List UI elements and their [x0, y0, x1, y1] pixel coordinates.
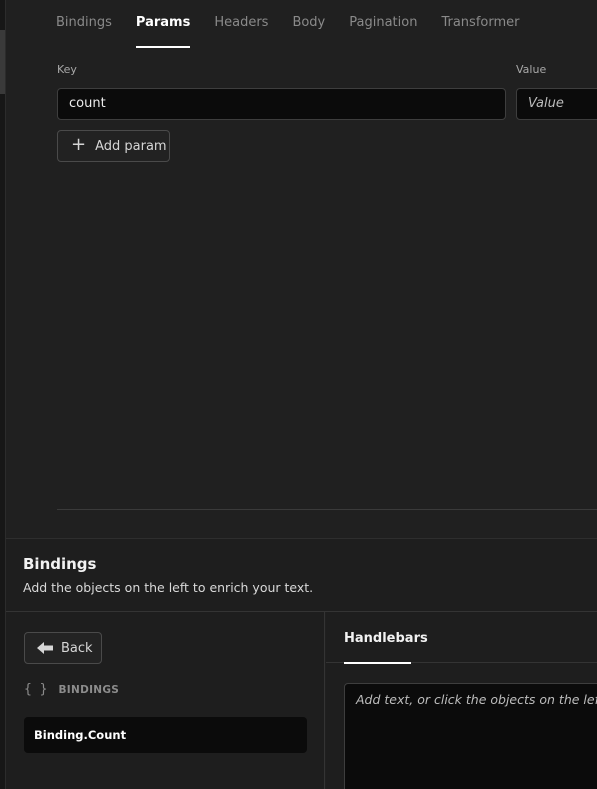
- braces-icon: { }: [24, 682, 48, 697]
- handlebars-panel: Handlebars Add text, or click the object…: [326, 612, 597, 789]
- bindings-editor-window: Bindings Params Headers Body Pagination …: [0, 0, 597, 789]
- bindings-title: Bindings: [23, 555, 97, 573]
- bindings-header: Bindings Add the objects on the left to …: [6, 538, 597, 612]
- handlebars-text-input[interactable]: Add text, or click the objects on the le…: [344, 683, 597, 789]
- request-tabs: Bindings Params Headers Body Pagination …: [56, 0, 543, 48]
- bindings-subtitle: Add the objects on the left to enrich yo…: [23, 580, 314, 595]
- editor-tabbar: Handlebars: [326, 612, 597, 664]
- tab-body[interactable]: Body: [292, 0, 325, 48]
- back-button[interactable]: Back: [24, 632, 102, 664]
- add-param-label: Add param: [95, 138, 167, 154]
- key-column-label: Key: [57, 63, 77, 76]
- section-divider: [57, 509, 597, 510]
- add-param-button[interactable]: + Add param: [57, 130, 170, 162]
- request-config-panel: Bindings Params Headers Body Pagination …: [6, 0, 597, 538]
- value-column-label: Value: [516, 63, 547, 76]
- back-label: Back: [61, 640, 93, 656]
- arrow-left-icon: [37, 642, 53, 654]
- bindings-object-panel: Back { } BINDINGS Binding.Count: [6, 612, 325, 789]
- tab-pagination[interactable]: Pagination: [349, 0, 417, 48]
- bindings-section-header: { } BINDINGS: [24, 682, 119, 697]
- tab-bindings[interactable]: Bindings: [56, 0, 112, 48]
- binding-item-count[interactable]: Binding.Count: [24, 717, 307, 753]
- tab-handlebars[interactable]: Handlebars: [344, 612, 428, 664]
- param-value-input[interactable]: Value: [516, 88, 597, 120]
- plus-icon: +: [71, 134, 87, 155]
- tab-headers[interactable]: Headers: [214, 0, 268, 48]
- tab-params[interactable]: Params: [135, 0, 191, 48]
- tab-transformer[interactable]: Transformer: [441, 0, 519, 48]
- bindings-section-label: BINDINGS: [58, 683, 120, 696]
- param-key-input[interactable]: count: [57, 88, 506, 120]
- scrollbar-thumb[interactable]: [0, 30, 5, 94]
